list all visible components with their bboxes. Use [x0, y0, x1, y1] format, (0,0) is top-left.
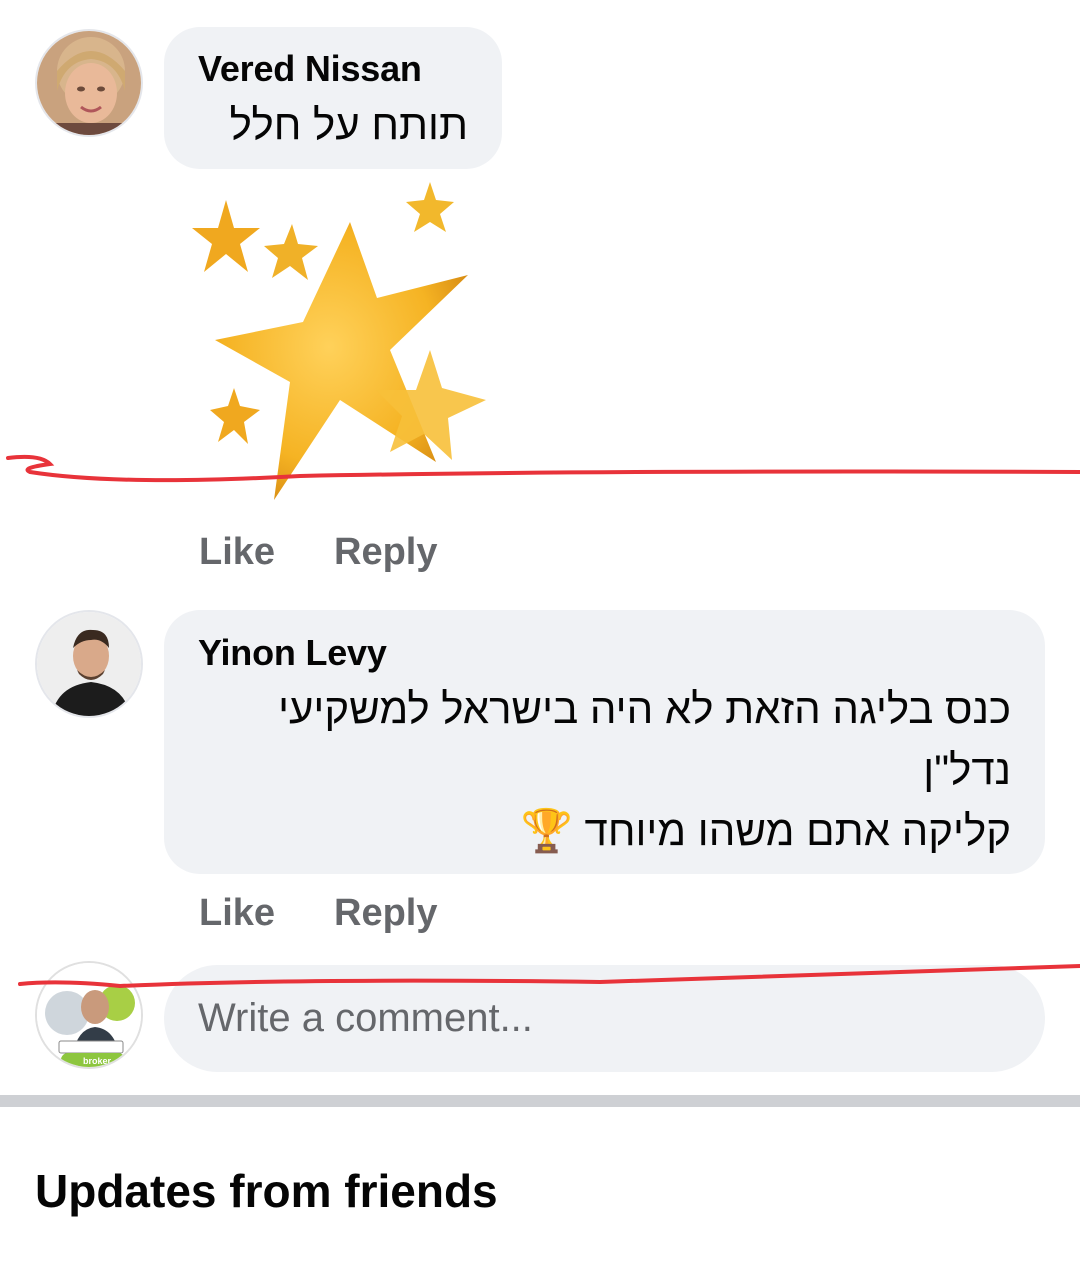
stars-sticker [190, 180, 490, 500]
reply-button[interactable]: Reply [334, 531, 437, 574]
current-user-avatar[interactable]: broker [35, 961, 143, 1069]
like-button[interactable]: Like [199, 892, 275, 935]
avatar-yinon-levy[interactable] [35, 610, 143, 718]
like-button[interactable]: Like [199, 531, 275, 574]
reply-button[interactable]: Reply [334, 892, 437, 935]
section-divider [0, 1095, 1080, 1107]
comment-text-line: נדל"ן [923, 746, 1011, 793]
comment-text: קליקה אתם משהו מיוחד [584, 807, 1011, 854]
section-title: Updates from friends [35, 1165, 498, 1217]
avatar-vered-nissan[interactable] [35, 29, 143, 137]
comment-text-line: קליקה אתם משהו מיוחד 🏆 [521, 800, 1011, 861]
comment-author[interactable]: Yinon Levy [198, 632, 387, 674]
broker-badge-text: broker [83, 1056, 112, 1066]
comment-author[interactable]: Vered Nissan [198, 48, 422, 90]
comment-input[interactable] [164, 965, 1045, 1072]
comment-text-line: כנס בליגה הזאת לא היה בישראל למשקיעי [278, 685, 1011, 732]
comment-text: תותח על חלל [229, 101, 468, 148]
trophy-icon: 🏆 [520, 807, 573, 854]
